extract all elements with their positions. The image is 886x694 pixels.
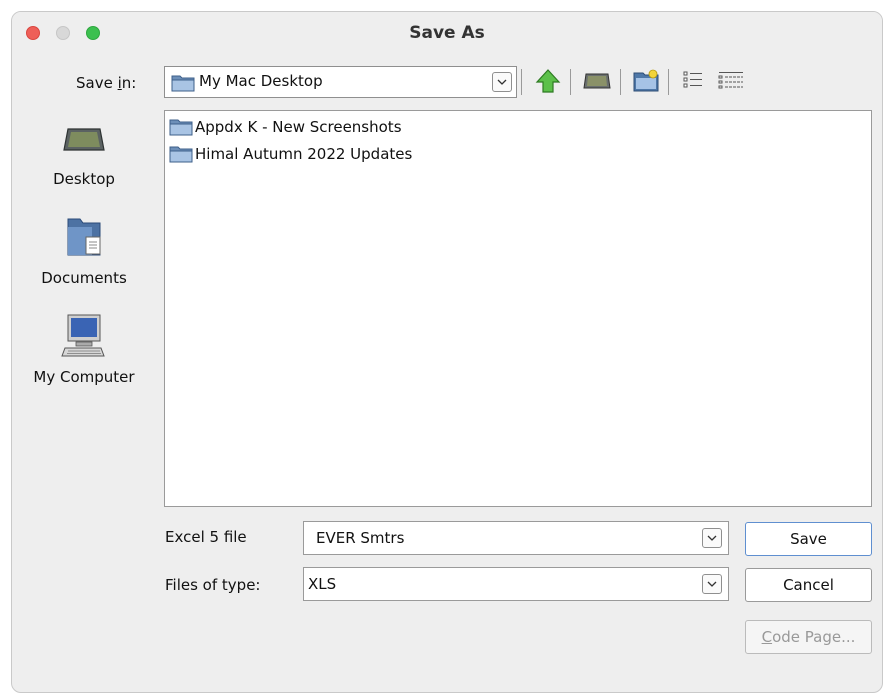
filename-label: Excel 5 file: [165, 528, 247, 546]
save-button[interactable]: Save: [745, 522, 872, 556]
up-one-level-icon: [535, 69, 561, 93]
chevron-down-icon[interactable]: [702, 528, 722, 548]
chevron-down-icon[interactable]: [492, 72, 512, 92]
file-type-label: Files of type:: [165, 576, 261, 594]
save-as-dialog: Save As Save in: My Mac Desktop Desktop …: [11, 11, 883, 693]
details-view-icon: [718, 72, 743, 89]
list-item[interactable]: Himal Autumn 2022 Updates: [169, 143, 429, 165]
filename-value: EVER Smtrs: [316, 529, 405, 547]
details-view-button[interactable]: [717, 66, 745, 96]
filename-field[interactable]: EVER Smtrs: [303, 521, 729, 555]
toolbar-separator: [521, 69, 522, 95]
title-bar: Save As: [12, 12, 882, 56]
list-view-icon: [683, 71, 702, 88]
list-view-button[interactable]: [682, 66, 704, 96]
save-in-label: Save in:: [76, 74, 137, 92]
list-item[interactable]: Appdx K - New Screenshots: [169, 116, 429, 138]
desktop-icon: [583, 73, 611, 89]
toolbar-separator: [620, 69, 621, 95]
place-label: Documents: [41, 269, 127, 287]
cancel-button[interactable]: Cancel: [745, 568, 872, 602]
place-desktop[interactable]: Desktop: [14, 116, 154, 196]
place-documents[interactable]: Documents: [14, 215, 154, 295]
file-type-select[interactable]: XLS: [303, 567, 729, 601]
toolbar-separator: [570, 69, 571, 95]
documents-folder-icon: [67, 218, 101, 256]
file-list[interactable]: Appdx K - New Screenshots Himal Autumn 2…: [164, 110, 872, 507]
place-my-computer[interactable]: My Computer: [14, 312, 154, 392]
save-in-value: My Mac Desktop: [199, 72, 323, 90]
folder-icon: [169, 119, 193, 136]
folder-icon: [171, 75, 195, 92]
new-folder-icon: [633, 69, 659, 92]
save-in-dropdown[interactable]: My Mac Desktop: [164, 66, 517, 98]
code-page-button[interactable]: Code Page...: [745, 620, 872, 654]
up-one-level-button[interactable]: [534, 66, 564, 96]
desktop-button[interactable]: [582, 66, 614, 96]
chevron-down-icon[interactable]: [702, 574, 722, 594]
folder-icon: [169, 146, 193, 163]
toolbar-separator: [668, 69, 669, 95]
file-type-value: XLS: [308, 575, 337, 593]
computer-icon: [61, 314, 105, 357]
new-folder-button[interactable]: [632, 66, 662, 96]
place-label: My Computer: [33, 368, 135, 386]
window-title: Save As: [409, 23, 485, 43]
place-label: Desktop: [53, 170, 115, 188]
desktop-drive-icon: [63, 128, 105, 151]
